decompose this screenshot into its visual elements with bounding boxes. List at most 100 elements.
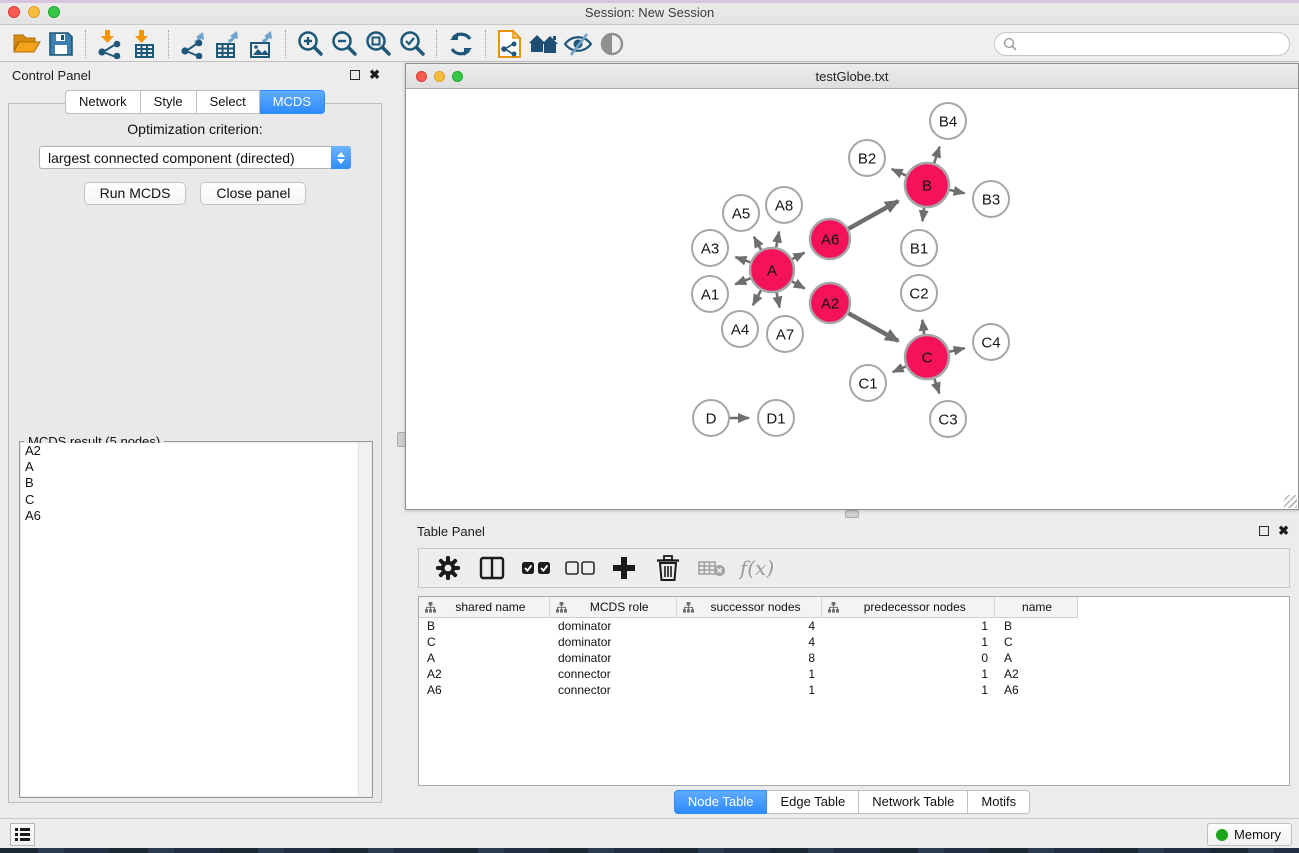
show-all-button[interactable] [595,28,629,60]
function-builder-button[interactable]: f(x) [737,551,775,585]
graph-node-A4[interactable]: A4 [722,311,758,347]
table-cell[interactable]: 1 [823,667,996,681]
export-table-button[interactable] [210,28,244,60]
zoom-in-button[interactable] [293,28,327,60]
mcds-result-item[interactable]: A2 [21,443,371,459]
graph-edge-C-C1[interactable] [893,366,906,372]
table-tab-network-table[interactable]: Network Table [859,790,968,814]
import-network-button[interactable] [93,28,127,60]
graph-edge-A-A4[interactable] [753,290,761,305]
table-row[interactable]: Bdominator41B [419,618,1289,634]
search-input[interactable] [1022,36,1281,51]
table-cell[interactable]: connector [550,667,677,681]
graph-node-C3[interactable]: C3 [930,401,966,437]
graph-edge-B-B3[interactable] [949,190,964,193]
graph-edge-A2-C[interactable] [848,313,898,341]
table-cell[interactable]: 1 [677,667,823,681]
table-row[interactable]: Adominator80A [419,650,1289,666]
delete-column-button[interactable] [649,551,687,585]
mcds-result-item[interactable]: A [21,459,371,475]
tab-select[interactable]: Select [197,90,260,114]
table-cell[interactable]: A2 [996,667,1078,681]
graph-node-B2[interactable]: B2 [849,140,885,176]
graph-node-A6[interactable]: A6 [810,219,850,259]
graph-node-B3[interactable]: B3 [973,181,1009,217]
graph-node-A2[interactable]: A2 [810,283,850,323]
network-canvas-svg[interactable]: B4B2BB3A5A8A6A3B1AA1C2A2A4A7C4CC1C3DD1 [406,89,1298,509]
table-tab-edge-table[interactable]: Edge Table [767,790,859,814]
zoom-out-button[interactable] [327,28,361,60]
table-cell[interactable]: B [419,619,550,633]
mcds-result-item[interactable]: B [21,475,371,491]
table-cell[interactable]: connector [550,683,677,697]
column-header-MCDS-role[interactable]: MCDS role [550,597,677,617]
graph-edge-C-C2[interactable] [922,320,924,334]
table-cell[interactable]: 4 [677,619,823,633]
mcds-result-list[interactable]: A2ABCA6 [21,443,371,796]
graph-node-D1[interactable]: D1 [758,400,794,436]
duplicate-network-button[interactable] [493,28,527,60]
search-field[interactable] [994,32,1290,56]
table-cell[interactable]: C [996,635,1078,649]
export-network-button[interactable] [176,28,210,60]
graph-node-A[interactable]: A [750,248,794,292]
table-cell[interactable]: dominator [550,619,677,633]
graph-edge-A-A5[interactable] [754,237,761,250]
table-cell[interactable]: 0 [823,651,996,665]
table-cell[interactable]: A6 [419,683,550,697]
apply-layout-button[interactable] [444,28,478,60]
add-column-button[interactable] [605,551,643,585]
graph-node-B[interactable]: B [905,163,949,207]
export-image-button[interactable] [244,28,278,60]
graph-edge-A-A3[interactable] [735,257,750,262]
graph-edge-C-C3[interactable] [934,379,939,394]
graph-node-B4[interactable]: B4 [930,103,966,139]
float-table-panel-icon[interactable] [1259,526,1269,536]
graph-edge-A-A2[interactable] [792,281,805,288]
table-row[interactable]: A6connector11A6 [419,682,1289,698]
delete-table-button[interactable] [693,551,731,585]
graph-edge-B-B1[interactable] [922,208,924,221]
close-table-panel-icon[interactable]: ✖ [1278,526,1289,536]
hide-selected-button[interactable] [561,28,595,60]
graph-node-C[interactable]: C [905,335,949,379]
tab-mcds[interactable]: MCDS [260,90,325,114]
graph-edge-A-A7[interactable] [777,293,780,308]
graph-edge-A-A6[interactable] [792,253,804,259]
table-cell[interactable]: 4 [677,635,823,649]
table-cell[interactable]: dominator [550,635,677,649]
graph-node-A3[interactable]: A3 [692,230,728,266]
graph-node-B1[interactable]: B1 [901,230,937,266]
graph-node-C1[interactable]: C1 [850,365,886,401]
tab-style[interactable]: Style [141,90,197,114]
graph-edge-B-B4[interactable] [934,147,939,163]
horizontal-splitter-handle[interactable] [845,510,859,518]
column-header-name[interactable]: name [995,597,1077,617]
close-panel-button[interactable]: Close panel [200,182,306,205]
run-mcds-button[interactable]: Run MCDS [84,182,187,205]
criterion-select[interactable]: largest connected component (directed) [39,146,351,169]
table-settings-button[interactable] [429,551,467,585]
table-cell[interactable]: A2 [419,667,550,681]
home-button[interactable] [527,28,561,60]
table-cell[interactable]: 1 [677,683,823,697]
column-header-successor-nodes[interactable]: successor nodes [677,597,823,617]
graph-edge-A-A8[interactable] [776,232,779,248]
table-cell[interactable]: C [419,635,550,649]
graph-node-A1[interactable]: A1 [692,276,728,312]
table-cell[interactable]: dominator [550,651,677,665]
graph-node-A8[interactable]: A8 [766,187,802,223]
graph-edge-B-B2[interactable] [892,169,906,175]
deselect-all-columns-button[interactable] [561,551,599,585]
graph-edge-A6-B[interactable] [848,201,898,229]
split-view-button[interactable] [473,551,511,585]
graph-node-D[interactable]: D [693,400,729,436]
table-cell[interactable]: A [419,651,550,665]
table-cell[interactable]: 1 [823,619,996,633]
window-resize-grip[interactable] [1284,495,1297,508]
table-cell[interactable]: A [996,651,1078,665]
table-cell[interactable]: B [996,619,1078,633]
zoom-selected-button[interactable] [395,28,429,60]
result-scrollbar[interactable] [358,443,371,796]
zoom-fit-button[interactable] [361,28,395,60]
